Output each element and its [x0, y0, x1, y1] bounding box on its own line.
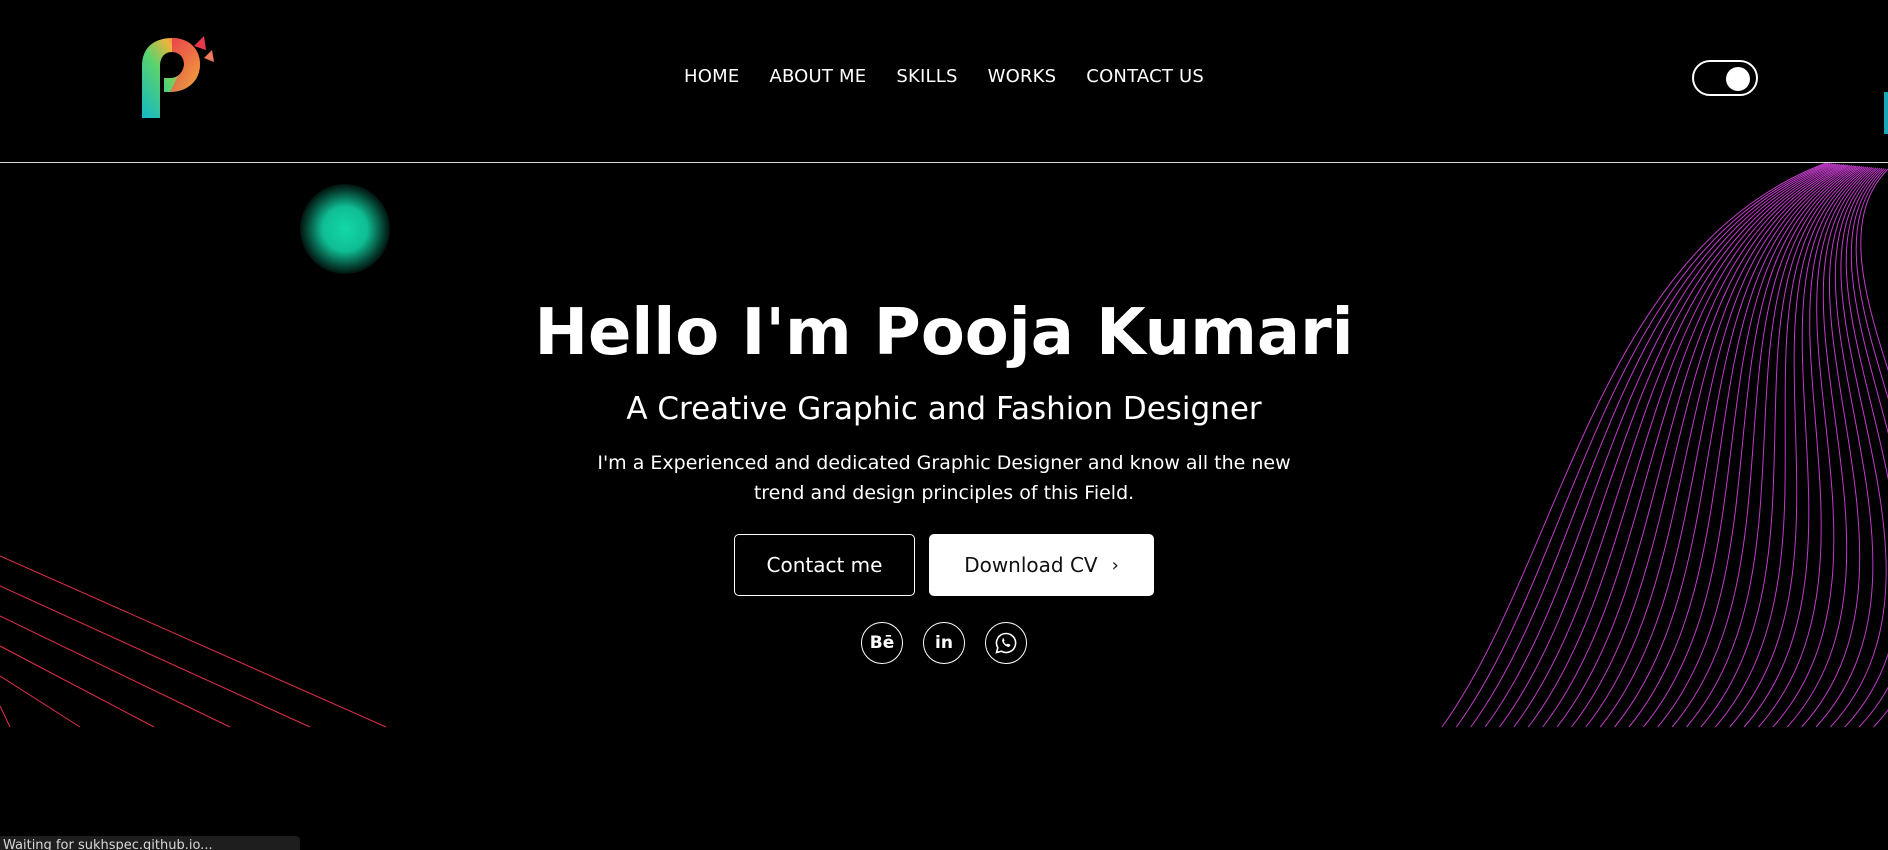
nav-skills[interactable]: SKILLS	[896, 66, 957, 87]
hero-description: I'm a Experienced and dedicated Graphic …	[597, 452, 1291, 504]
linkedin-icon[interactable]: in	[923, 622, 965, 664]
download-cv-button[interactable]: Download CV ›	[929, 534, 1154, 596]
status-text: Waiting for sukhspec.github.io...	[3, 838, 213, 850]
linkedin-glyph: in	[935, 633, 953, 653]
nav-home[interactable]: HOME	[684, 66, 739, 87]
behance-glyph: Bē	[869, 633, 895, 653]
download-cv-label: Download CV	[964, 553, 1098, 577]
toggle-knob	[1726, 67, 1750, 91]
nav-works[interactable]: WORKS	[988, 66, 1057, 87]
hero-title: Hello I'm Pooja Kumari	[534, 296, 1354, 370]
red-line	[0, 675, 81, 728]
whatsapp-icon[interactable]	[985, 622, 1027, 664]
scroll-accent	[1884, 92, 1888, 134]
chevron-right-icon: ›	[1111, 554, 1119, 576]
hero-buttons: Contact me Download CV ›	[0, 534, 1888, 596]
contact-me-label: Contact me	[766, 553, 883, 577]
whatsapp-glyph	[995, 632, 1017, 654]
nav-contact-us[interactable]: CONTACT US	[1086, 66, 1204, 87]
browser-status-bar: Waiting for sukhspec.github.io...	[0, 836, 300, 850]
hero-section: Hello I'm Pooja Kumari A Creative Graphi…	[0, 290, 1888, 664]
red-line	[0, 705, 11, 728]
main-nav: HOME ABOUT ME SKILLS WORKS CONTACT US	[0, 66, 1888, 87]
green-glow-orb	[300, 184, 390, 274]
nav-about-me[interactable]: ABOUT ME	[769, 66, 866, 87]
theme-toggle[interactable]	[1692, 60, 1758, 96]
hero-subtitle: A Creative Graphic and Fashion Designer	[626, 391, 1262, 427]
social-links: Bē in	[0, 622, 1888, 664]
behance-icon[interactable]: Bē	[861, 622, 903, 664]
contact-me-button[interactable]: Contact me	[734, 534, 915, 596]
site-header: HOME ABOUT ME SKILLS WORKS CONTACT US	[0, 0, 1888, 163]
